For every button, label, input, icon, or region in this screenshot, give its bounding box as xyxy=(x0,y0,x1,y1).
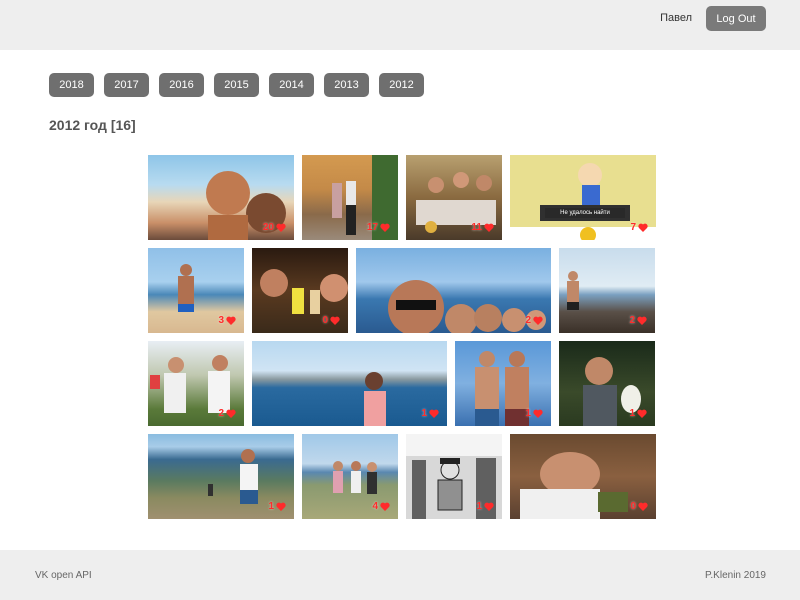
likes-badge: 1 xyxy=(525,408,543,419)
photo-thumbnail[interactable]: 2 xyxy=(148,341,244,426)
likes-count: 4 xyxy=(372,501,378,512)
likes-count: 17 xyxy=(366,222,378,233)
likes-badge: 1 xyxy=(268,501,286,512)
likes-count: 0 xyxy=(630,501,636,512)
likes-badge: 1 xyxy=(421,408,439,419)
footer-copyright: P.Klenin 2019 xyxy=(705,570,766,581)
photo-thumbnail[interactable]: 1 xyxy=(148,434,294,519)
gallery-row: 1 4 1 0 xyxy=(148,434,656,519)
likes-count: 2 xyxy=(629,315,635,326)
year-tab-2015[interactable]: 2015 xyxy=(214,73,259,97)
likes-count: 1 xyxy=(268,501,274,512)
likes-badge: 20 xyxy=(263,222,286,233)
likes-count: 0 xyxy=(322,315,328,326)
heart-icon xyxy=(330,316,340,325)
photo-thumbnail[interactable]: 11 xyxy=(406,155,502,240)
heart-icon xyxy=(533,316,543,325)
photo-thumbnail[interactable]: 17 xyxy=(302,155,398,240)
year-tab-2016[interactable]: 2016 xyxy=(159,73,204,97)
year-tab-2017[interactable]: 2017 xyxy=(104,73,149,97)
photo-gallery: 20 17 11 Не удалось найти 7 3 0 2 2 2 1 … xyxy=(148,155,656,527)
likes-count: 2 xyxy=(218,408,224,419)
likes-badge: 4 xyxy=(372,501,390,512)
likes-badge: 3 xyxy=(218,315,236,326)
footer: VK open API P.Klenin 2019 xyxy=(0,550,800,600)
photo-thumbnail[interactable]: 3 xyxy=(148,248,244,333)
heart-icon xyxy=(638,502,648,511)
year-tab-2013[interactable]: 2013 xyxy=(324,73,369,97)
likes-count: 2 xyxy=(525,315,531,326)
photo-thumbnail[interactable]: 1 xyxy=(455,341,551,426)
likes-badge: 7 xyxy=(630,222,648,233)
likes-count: 7 xyxy=(630,222,636,233)
section-title: 2012 год [16] xyxy=(49,117,136,133)
likes-count: 11 xyxy=(471,222,482,233)
heart-icon xyxy=(380,502,390,511)
year-tabs: 2018 2017 2016 2015 2014 2013 2012 xyxy=(49,73,424,97)
gallery-row: 20 17 11 Не удалось найти 7 xyxy=(148,155,656,240)
heart-icon xyxy=(429,409,439,418)
heart-icon xyxy=(276,502,286,511)
photo-image xyxy=(364,372,386,426)
likes-badge: 2 xyxy=(218,408,236,419)
heart-icon xyxy=(637,316,647,325)
heart-icon xyxy=(484,502,494,511)
footer-api-link[interactable]: VK open API xyxy=(35,570,92,581)
likes-badge: 2 xyxy=(629,315,647,326)
photo-thumbnail[interactable]: 2 xyxy=(559,248,655,333)
logout-button[interactable]: Log Out xyxy=(706,6,766,31)
top-bar: Павел Log Out xyxy=(0,0,800,50)
photo-thumbnail[interactable]: 2 xyxy=(356,248,551,333)
photo-thumbnail[interactable]: 20 xyxy=(148,155,294,240)
meme-caption: Не удалось найти xyxy=(545,208,625,218)
heart-icon xyxy=(484,223,494,232)
likes-count: 20 xyxy=(262,222,274,233)
heart-icon xyxy=(637,409,647,418)
likes-count: 1 xyxy=(629,408,635,419)
photo-thumbnail[interactable]: 1 xyxy=(406,434,502,519)
heart-icon xyxy=(226,316,236,325)
user-name[interactable]: Павел xyxy=(660,12,692,24)
likes-badge: 17 xyxy=(367,222,390,233)
gallery-row: 2 1 1 1 xyxy=(148,341,655,426)
likes-count: 1 xyxy=(525,408,531,419)
gallery-row: 3 0 2 2 xyxy=(148,248,655,333)
likes-badge: 0 xyxy=(630,501,648,512)
year-tab-2012[interactable]: 2012 xyxy=(379,73,424,97)
photo-thumbnail[interactable]: Не удалось найти 7 xyxy=(510,155,656,240)
photo-thumbnail[interactable]: 4 xyxy=(302,434,398,519)
heart-icon xyxy=(226,409,236,418)
photo-thumbnail[interactable]: 0 xyxy=(252,248,348,333)
photo-image xyxy=(388,280,546,333)
photo-thumbnail[interactable]: 1 xyxy=(559,341,655,426)
likes-badge: 0 xyxy=(322,315,340,326)
likes-badge: 2 xyxy=(525,315,543,326)
likes-badge: 1 xyxy=(629,408,647,419)
likes-badge: 1 xyxy=(476,501,494,512)
heart-icon xyxy=(380,223,390,232)
likes-badge: 11 xyxy=(471,222,494,233)
year-tab-2014[interactable]: 2014 xyxy=(269,73,314,97)
heart-icon xyxy=(533,409,543,418)
likes-count: 3 xyxy=(218,315,224,326)
likes-count: 1 xyxy=(476,501,482,512)
heart-icon xyxy=(276,223,286,232)
photo-thumbnail[interactable]: 1 xyxy=(252,341,447,426)
likes-count: 1 xyxy=(421,408,427,419)
photo-thumbnail[interactable]: 0 xyxy=(510,434,656,519)
year-tab-2018[interactable]: 2018 xyxy=(49,73,94,97)
heart-icon xyxy=(638,223,648,232)
